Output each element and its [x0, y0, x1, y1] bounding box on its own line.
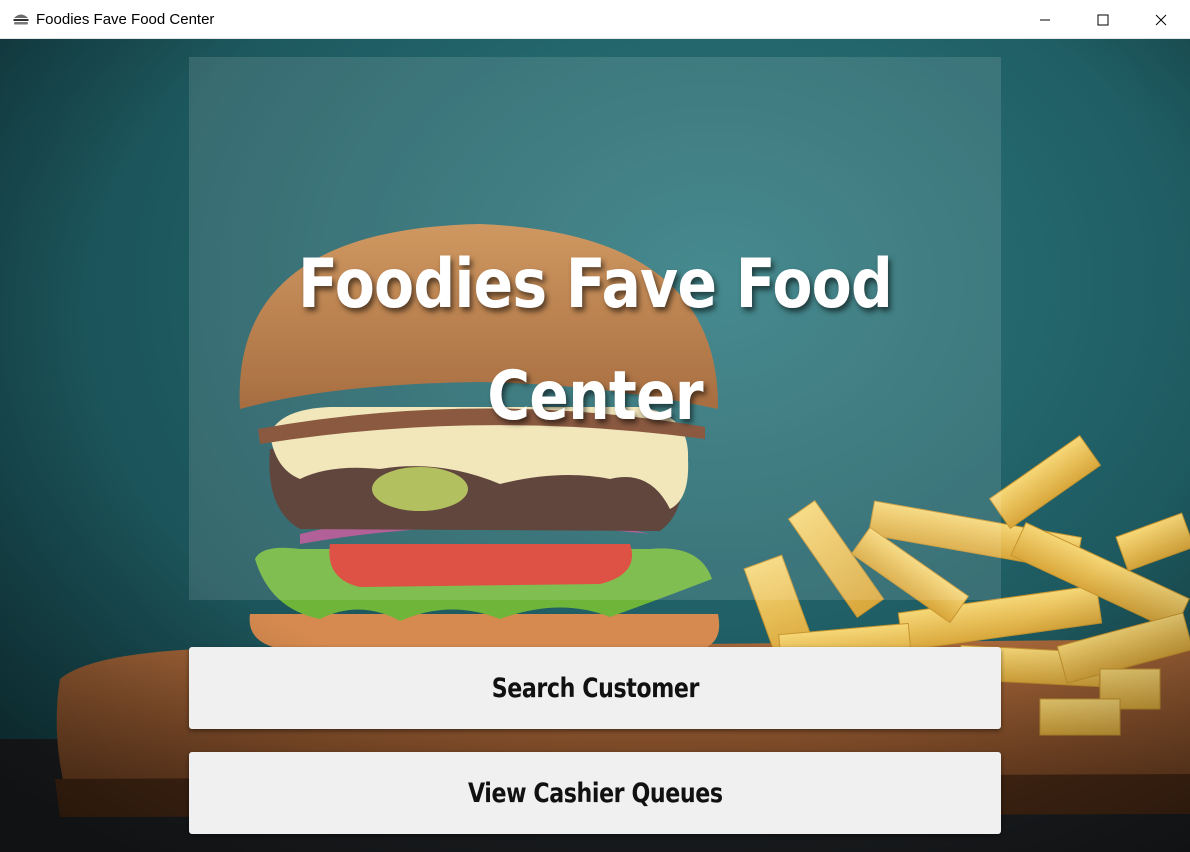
view-cashier-queues-label: View Cashier Queues [467, 777, 723, 809]
app-headline: Foodies Fave Food Center [246, 229, 944, 453]
close-icon [1155, 14, 1167, 25]
view-cashier-queues-button[interactable]: View Cashier Queues [189, 752, 1001, 834]
burger-app-icon [13, 14, 29, 25]
search-customer-button[interactable]: Search Customer [189, 647, 1001, 729]
main-content: Foodies Fave Food Center Search Customer… [0, 39, 1190, 852]
maximize-button[interactable] [1074, 0, 1132, 39]
headline-line-1: Foodies Fave Food [298, 245, 893, 324]
window-controls [1016, 0, 1190, 39]
minimize-button[interactable] [1016, 0, 1074, 39]
headline-line-2: Center [487, 357, 703, 436]
close-button[interactable] [1132, 0, 1190, 39]
app-window: Foodies Fave Food Center Foodies Fave Fo… [0, 0, 1190, 852]
title-bar[interactable]: Foodies Fave Food Center [0, 0, 1190, 39]
window-title: Foodies Fave Food Center [36, 10, 215, 28]
maximize-icon [1097, 14, 1109, 25]
search-customer-label: Search Customer [491, 672, 699, 704]
minimize-icon [1040, 19, 1050, 20]
